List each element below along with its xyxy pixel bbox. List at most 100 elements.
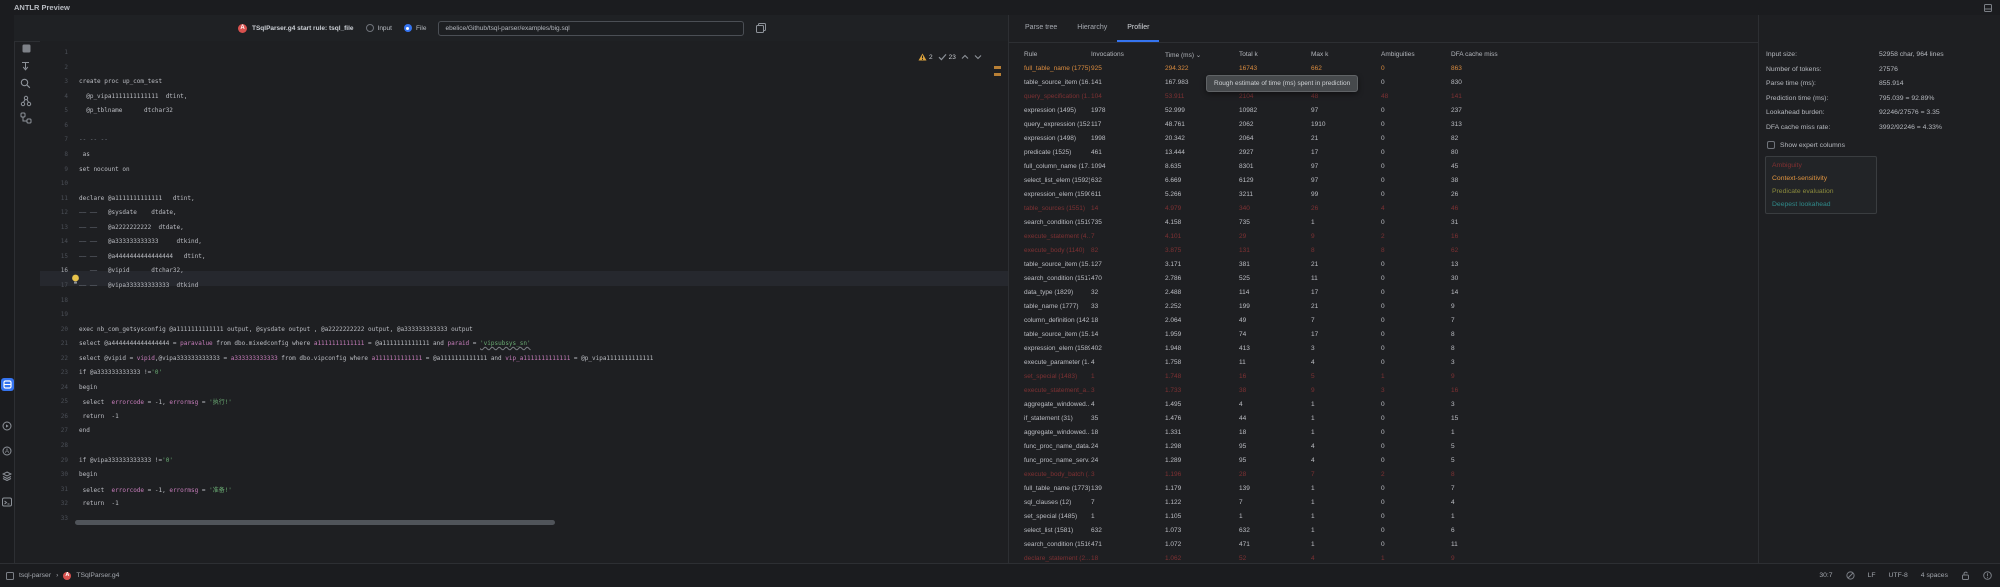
code-line[interactable]: 7-- -- -- xyxy=(40,133,108,148)
profiler-row[interactable]: full_column_name (17...10948.63583019704… xyxy=(1009,160,1759,174)
prev-problem-icon[interactable] xyxy=(961,54,969,60)
column-header-max-k[interactable]: Max k xyxy=(1311,51,1328,61)
profiler-row[interactable]: aggregate_windowed...181.33118101 xyxy=(1009,426,1759,440)
profiler-row[interactable]: table_source_item (15...141.959741708 xyxy=(1009,328,1759,342)
code-line[interactable]: 11declare @a1111111111111 dtint, xyxy=(40,191,195,206)
profiler-row[interactable]: func_proc_name_data...241.29895405 xyxy=(1009,440,1759,454)
terminal-tool-icon[interactable] xyxy=(1,496,13,508)
code-line[interactable]: 24begin xyxy=(40,380,97,395)
profiler-row[interactable]: execute_body (1140)823.8751318862 xyxy=(1009,244,1759,258)
file-radio[interactable]: File xyxy=(404,24,426,32)
profiler-row[interactable]: execute_statement (4...74.101299216 xyxy=(1009,230,1759,244)
code-line[interactable]: 15—— —— @a4444444444444444 dtint, xyxy=(40,249,205,264)
tab-profiler[interactable]: Profiler xyxy=(1117,15,1159,42)
caret-position[interactable]: 30:7 xyxy=(1819,572,1832,579)
code-line[interactable]: 3create proc up_com_test xyxy=(40,75,162,90)
code-line[interactable]: 13—— —— @a2222222222 dtdate, xyxy=(40,220,184,235)
profiler-row[interactable]: declare_statement (2...181.06252419 xyxy=(1009,552,1759,563)
profiler-row[interactable]: data_type (1829)322.48811417014 xyxy=(1009,286,1759,300)
code-line[interactable]: 28 xyxy=(40,438,79,453)
tab-hierarchy[interactable]: Hierarchy xyxy=(1067,15,1117,42)
profiler-row[interactable]: expression (1498)199820.342206421082 xyxy=(1009,132,1759,146)
profiler-row[interactable]: search_condition (1519)7354.1587351031 xyxy=(1009,216,1759,230)
code-line[interactable]: 26 return -1 xyxy=(40,409,119,424)
code-line[interactable]: 29if @vipa333333333333 !='0' xyxy=(40,453,173,468)
code-line[interactable]: 4 @p_vipa1111111111111 dtint, xyxy=(40,89,187,104)
profiler-row[interactable]: execute_statement_a...31.733389316 xyxy=(1009,384,1759,398)
unlock-icon[interactable] xyxy=(1961,571,1970,580)
code-line[interactable]: 1 xyxy=(40,45,79,60)
code-line[interactable]: 32 return -1 xyxy=(40,496,119,511)
code-line[interactable]: 20exec nb_com_getsysconfig @a11111111111… xyxy=(40,322,473,337)
code-line[interactable]: 12—— —— @sysdate dtdate, xyxy=(40,205,177,220)
scroll-to-source-icon[interactable] xyxy=(20,61,31,72)
profiler-row[interactable]: select_list (1581)6321.073632106 xyxy=(1009,524,1759,538)
code-line[interactable]: 17—— —— @vipa333333333333 dtkind xyxy=(40,278,198,293)
inspection-widget[interactable]: 2 23 xyxy=(918,51,982,63)
checkbox-box[interactable] xyxy=(1767,141,1775,149)
error-stripe-mark[interactable] xyxy=(994,73,1001,76)
profiler-row[interactable]: expression (1495)197852.99910982970237 xyxy=(1009,104,1759,118)
code-line[interactable]: 9set nocount on xyxy=(40,162,130,177)
profiler-row[interactable]: if_statement (31)351.476441015 xyxy=(1009,412,1759,426)
profiler-row[interactable]: full_table_name (1773)1391.179139107 xyxy=(1009,482,1759,496)
profiler-row[interactable]: query_expression (1527)11748.76120621910… xyxy=(1009,118,1759,132)
column-header-dfa-cache-miss[interactable]: DFA cache miss xyxy=(1451,51,1498,61)
code-line[interactable]: 6 xyxy=(40,118,79,133)
profiler-row[interactable]: table_source_item (15...1273.17138121013 xyxy=(1009,258,1759,272)
profiler-row[interactable]: select_list_elem (1592)6326.669612997038 xyxy=(1009,174,1759,188)
profiler-row[interactable]: set_special (1483)11.74816519 xyxy=(1009,370,1759,384)
code-line[interactable]: 30begin xyxy=(40,467,97,482)
profiler-row[interactable]: func_proc_name_serv...241.28995405 xyxy=(1009,454,1759,468)
profiler-row[interactable]: table_name (1777)332.2521992109 xyxy=(1009,300,1759,314)
code-line[interactable]: 18 xyxy=(40,293,79,308)
file-radio-dot[interactable] xyxy=(404,24,412,32)
profiler-row[interactable]: predicate (1525)46113.444292717080 xyxy=(1009,146,1759,160)
show-expert-columns-checkbox[interactable]: Show expert columns xyxy=(1767,141,1845,149)
column-header-time-ms-[interactable]: Time (ms) ⌄ xyxy=(1165,51,1201,61)
column-header-total-k[interactable]: Total k xyxy=(1239,51,1258,61)
profiler-row[interactable]: full_table_name (1775)925294.32216743662… xyxy=(1009,62,1759,76)
code-line[interactable]: 23if @a333333333333 !='0' xyxy=(40,366,162,381)
code-line[interactable]: 27end xyxy=(40,424,90,439)
code-line[interactable]: 5 @p_tblname dtchar32 xyxy=(40,104,173,119)
profiler-row[interactable]: table_source_item (16...141167.983152091… xyxy=(1009,76,1759,90)
code-line[interactable]: 16 —— @vipid dtchar32, xyxy=(40,264,184,279)
input-radio[interactable]: Input xyxy=(366,24,392,32)
input-file-path-field[interactable]: ebelice/Github/tsql-parser/examples/big.… xyxy=(438,21,744,36)
profiler-row[interactable]: search_condition (1516)4711.0724711011 xyxy=(1009,538,1759,552)
profiler-row[interactable]: table_sources (1551)144.97934026446 xyxy=(1009,202,1759,216)
no-wrap-icon[interactable] xyxy=(1846,571,1855,580)
encoding-indicator[interactable]: UTF-8 xyxy=(1889,572,1908,579)
code-line[interactable]: 33 xyxy=(40,511,79,526)
code-line[interactable]: 31 select errorcode = -1, errormsg = '准备… xyxy=(40,482,232,497)
stop-icon[interactable] xyxy=(22,44,31,53)
notifications-icon[interactable] xyxy=(1983,571,1992,580)
breadcrumb-project[interactable]: tsql-parser xyxy=(19,572,51,579)
profiler-row[interactable]: aggregate_windowed...41.4954103 xyxy=(1009,398,1759,412)
code-line[interactable]: 25 select errorcode = -1, errormsg = '执行… xyxy=(40,395,232,410)
code-line[interactable]: 2 xyxy=(40,60,79,75)
tab-parse-tree[interactable]: Parse tree xyxy=(1015,15,1067,42)
profiler-row[interactable]: column_definition (1421)182.06449707 xyxy=(1009,314,1759,328)
search-icon[interactable] xyxy=(20,78,31,89)
code-line[interactable]: 8 as xyxy=(40,147,90,162)
browse-file-icon[interactable] xyxy=(756,23,766,33)
profiler-row[interactable]: sql_clauses (12)71.1227104 xyxy=(1009,496,1759,510)
code-line[interactable]: 21select @a4444444444444444 = paravalue … xyxy=(40,336,531,351)
code-line[interactable]: 10 xyxy=(40,176,79,191)
input-radio-dot[interactable] xyxy=(366,24,374,32)
code-line[interactable]: 14—— —— @a333333333333 dtkind, xyxy=(40,235,202,250)
horizontal-scrollbar-thumb[interactable] xyxy=(75,520,555,525)
breadcrumb-file[interactable]: TSqlParser.g4 xyxy=(76,572,119,579)
panel-options-icon[interactable] xyxy=(1984,4,1992,12)
assistant-tool-icon[interactable]: A xyxy=(1,445,13,457)
profiler-row[interactable]: query_specification (1...10453.911210448… xyxy=(1009,90,1759,104)
profiler-row[interactable]: execute_parameter (1...41.75811403 xyxy=(1009,356,1759,370)
hierarchy-icon[interactable] xyxy=(20,95,32,107)
indent-indicator[interactable]: 4 spaces xyxy=(1921,572,1948,579)
next-problem-icon[interactable] xyxy=(974,54,982,60)
error-stripe-mark[interactable] xyxy=(994,66,1001,69)
profiler-row[interactable]: execute_body_batch (...31.19628728 xyxy=(1009,468,1759,482)
intention-bulb-icon[interactable] xyxy=(71,274,80,284)
